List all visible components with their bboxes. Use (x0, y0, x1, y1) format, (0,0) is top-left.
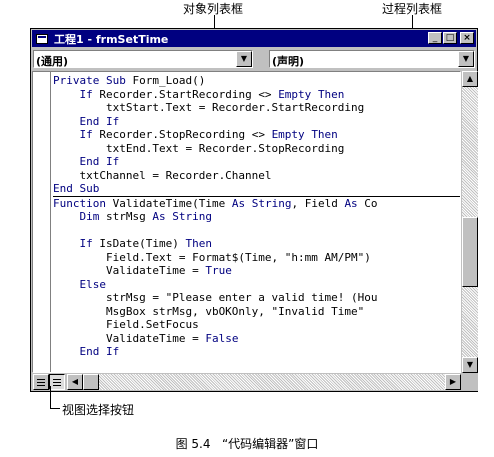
code-keyword: If (79, 128, 93, 141)
maximize-button[interactable]: □ (443, 32, 457, 44)
code-line[interactable]: ValidateTime = True (53, 264, 460, 278)
horizontal-scroll-thumb[interactable] (83, 374, 99, 390)
code-line[interactable]: End If (53, 155, 460, 169)
code-keyword: End (53, 182, 73, 195)
code-keyword: As (152, 210, 166, 223)
code-keyword: String (251, 196, 292, 210)
code-line[interactable]: txtStart.Text = Recorder.StartRecording (53, 101, 460, 115)
code-keyword: Empty (278, 87, 312, 101)
vertical-scrollbar[interactable]: ▲ ▼ (462, 71, 478, 373)
code-line[interactable]: End Sub (53, 182, 460, 196)
code-line[interactable]: MsgBox strMsg, vbOKOnly, "Invalid Time" (53, 305, 460, 319)
code-keyword: Function (53, 196, 106, 210)
vertical-scroll-track[interactable] (462, 87, 478, 357)
code-line[interactable]: End If (53, 115, 460, 129)
code-keyword: Sub (79, 182, 100, 195)
figure-caption: 图 5.4 “代码编辑器”窗口 (175, 437, 319, 451)
minimize-button[interactable]: _ (428, 32, 442, 44)
chevron-down-icon[interactable]: ▼ (236, 51, 252, 67)
code-keyword: Dim (79, 210, 100, 223)
code-keyword: Empty (271, 128, 305, 141)
view-buttons-callout: 视图选择按钮 (62, 403, 135, 417)
close-button[interactable]: × (460, 32, 474, 44)
code-line[interactable]: Function ValidateTime(Time As String, Fi… (53, 195, 460, 211)
view-buttons-leader-horizontal (50, 408, 60, 409)
code-keyword: String (172, 210, 212, 223)
code-line[interactable]: txtEnd.Text = Recorder.StopRecording (53, 142, 460, 156)
code-editor-window: 工程1 - frmSetTime _ □ × (通用) ▼ (声明) ▼ Pri… (30, 28, 478, 392)
procedure-view-button[interactable] (33, 374, 49, 390)
code-line[interactable]: If Recorder.StartRecording <> Empty Then (53, 88, 460, 102)
code-keyword: True (205, 264, 232, 277)
vertical-scroll-thumb[interactable] (462, 217, 478, 287)
code-keyword: If (79, 237, 93, 250)
code-text[interactable]: Private Sub Form_Load() If Recorder.Star… (53, 74, 460, 372)
window-title: 工程1 - frmSetTime (54, 32, 169, 46)
code-keyword: End (79, 345, 100, 358)
code-line[interactable] (53, 359, 460, 373)
scroll-up-icon[interactable]: ▲ (462, 71, 478, 87)
code-keyword: Then (317, 87, 345, 101)
code-keyword: If (106, 345, 120, 358)
code-line[interactable]: Field.SetFocus (53, 318, 460, 332)
code-keyword: End (79, 155, 100, 168)
procedure-dropdown-value: (声明) (272, 55, 305, 68)
scroll-right-icon[interactable]: ▶ (445, 374, 461, 390)
chevron-down-icon[interactable]: ▼ (458, 51, 474, 67)
code-keyword: Else (79, 277, 107, 291)
code-keyword: As (344, 196, 358, 210)
code-keyword: End (79, 114, 100, 128)
code-keyword: False (205, 331, 239, 345)
object-dropdown-value: (通用) (36, 55, 69, 68)
code-line[interactable]: If IsDate(Time) Then (53, 237, 460, 251)
margin-indicator-bar[interactable] (33, 72, 51, 372)
view-buttons-leader-vertical (50, 386, 51, 408)
code-line[interactable]: strMsg = "Please enter a valid time! (Ho… (53, 291, 460, 305)
bottom-bar: ◀ ▶ (32, 373, 478, 391)
code-line[interactable]: End If (53, 345, 460, 359)
code-line[interactable]: Field.Text = Format$(Time, "h:mm AM/PM") (53, 251, 460, 265)
code-keyword: Private (53, 74, 100, 87)
code-line[interactable] (53, 224, 460, 238)
title-bar[interactable]: 工程1 - frmSetTime _ □ × (32, 30, 476, 47)
code-pane[interactable]: Private Sub Form_Load() If Recorder.Star… (32, 71, 461, 373)
window-controls: _ □ × (428, 32, 474, 44)
code-keyword: Then (185, 237, 212, 250)
code-keyword: Then (311, 128, 338, 141)
code-keyword: Sub (105, 74, 126, 87)
code-line[interactable]: If Recorder.StopRecording <> Empty Then (53, 128, 460, 142)
procedure-view-icon (37, 379, 45, 386)
full-module-view-icon (53, 379, 61, 386)
code-line[interactable]: txtChannel = Recorder.Channel (53, 169, 460, 183)
horizontal-scrollbar[interactable]: ◀ ▶ (67, 374, 461, 390)
scroll-down-icon[interactable]: ▼ (462, 357, 478, 373)
code-keyword: If (79, 87, 93, 101)
code-keyword: If (106, 114, 120, 128)
code-keyword: As (231, 196, 246, 210)
procedure-dropdown[interactable]: (声明) ▼ (269, 50, 475, 68)
code-line[interactable]: Dim strMsg As String (53, 210, 460, 224)
code-keyword: If (106, 155, 120, 168)
scroll-left-icon[interactable]: ◀ (67, 374, 83, 390)
full-module-view-button[interactable] (49, 374, 65, 390)
code-line[interactable]: ValidateTime = False (53, 332, 460, 346)
code-line[interactable]: Else (53, 278, 460, 292)
object-dropdown[interactable]: (通用) ▼ (33, 50, 253, 68)
window-icon[interactable] (36, 33, 48, 44)
code-line[interactable]: Private Sub Form_Load() (53, 74, 460, 88)
object-list-callout: 对象列表框 (183, 2, 244, 16)
